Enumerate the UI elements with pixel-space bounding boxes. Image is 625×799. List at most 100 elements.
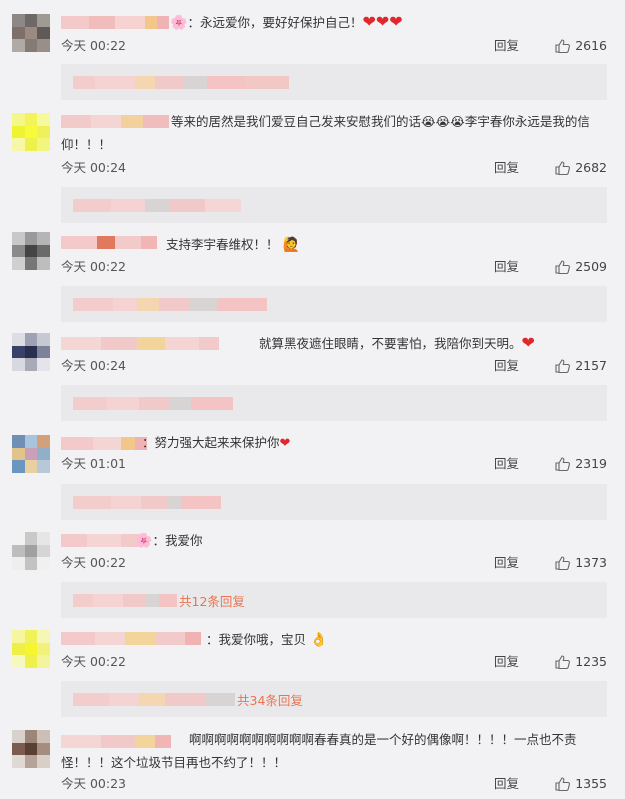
avatar[interactable] [12, 14, 50, 52]
like-count: 2319 [575, 456, 607, 471]
thumbs-up-icon [555, 556, 571, 570]
avatar[interactable] [12, 232, 50, 270]
reply-button[interactable]: 回复 [494, 358, 519, 374]
comment-text: 等来的居然是我们爱豆自己发来安慰我们的话😭😭😭李宇春你永远是我的信仰！！！ [61, 110, 607, 156]
nickname-redacted[interactable] [61, 235, 157, 249]
like-count: 2616 [575, 38, 607, 53]
timestamp: 今天 00:22 [61, 555, 126, 570]
thumbs-up-icon [555, 457, 571, 471]
avatar[interactable] [12, 730, 50, 768]
flower-icon: 🌸 [135, 533, 153, 549]
flower-icon: 🌸 [170, 15, 188, 31]
reply-preview-box[interactable]: 共12条回复 [61, 582, 607, 618]
more-replies-link[interactable]: 共12条回复 [179, 591, 245, 610]
like-count: 1373 [575, 555, 607, 570]
nickname-redacted[interactable] [61, 631, 201, 645]
like-button[interactable]: 1235 [555, 654, 607, 670]
redacted-reply [73, 692, 235, 706]
redacted-reply [73, 75, 289, 89]
comment-meta: 今天 00:22 回复 2616 [61, 38, 607, 54]
comment-body: 啊啊啊啊啊啊啊啊啊啊春春真的是一个好的偶像啊！！！！一点也不责怪！！！这个垃圾节… [61, 732, 577, 770]
heart-icon: ❤ [521, 333, 535, 352]
reply-preview-box[interactable] [61, 64, 607, 100]
raising-hand-icon: 🙋 [282, 237, 300, 253]
like-button[interactable]: 2616 [555, 38, 607, 54]
thumbs-up-icon [555, 161, 571, 175]
reply-preview-box[interactable] [61, 484, 607, 520]
comment-meta: 今天 00:22 回复 1235 [61, 654, 607, 670]
avatar[interactable] [12, 532, 50, 570]
comment-meta: 今天 00:22 回复 2509 [61, 259, 607, 275]
reply-preview-box[interactable] [61, 187, 607, 223]
nickname-redacted[interactable] [61, 533, 143, 547]
redacted-reply [73, 297, 267, 311]
redacted-reply [73, 396, 233, 410]
nickname-redacted[interactable] [61, 15, 169, 29]
more-replies-link[interactable]: 共34条回复 [237, 690, 303, 709]
reply-preview-box[interactable]: 共34条回复 [61, 681, 607, 717]
like-button[interactable]: 2157 [555, 358, 607, 374]
comment-meta: 今天 00:22 回复 1373 [61, 555, 607, 571]
comment-body: ：努力强大起来来保护你 [142, 435, 280, 450]
avatar[interactable] [12, 333, 50, 371]
comment-meta: 今天 00:24 回复 2157 [61, 358, 607, 374]
reply-button[interactable]: 回复 [494, 38, 519, 54]
comment-meta: 今天 01:01 回复 2319 [61, 456, 607, 472]
comment-text: 🌸：我爱你 [135, 529, 607, 553]
comment-body: 等来的居然是我们爱豆自己发来安慰我们的话😭😭😭李宇春你永远是我的信仰！！！ [61, 114, 590, 152]
avatar[interactable] [12, 113, 50, 151]
like-button[interactable]: 1355 [555, 776, 607, 792]
thumbs-up-icon [555, 260, 571, 274]
redacted-reply [73, 593, 177, 607]
comment-text: 支持李宇春维权！！ 🙋 [166, 233, 607, 257]
comment-text: ：我爱你哦，宝贝 👌 [206, 628, 607, 652]
timestamp: 今天 00:24 [61, 358, 126, 373]
like-count: 2509 [575, 259, 607, 274]
timestamp: 今天 00:22 [61, 654, 126, 669]
timestamp: 今天 00:22 [61, 259, 126, 274]
timestamp: 今天 00:23 [61, 776, 126, 791]
comment-meta: 今天 00:24 回复 2682 [61, 160, 607, 176]
heart-icon: ❤ [279, 436, 291, 451]
reply-button[interactable]: 回复 [494, 555, 519, 571]
timestamp: 今天 00:22 [61, 38, 126, 53]
like-button[interactable]: 1373 [555, 555, 607, 571]
thumbs-up-icon [555, 655, 571, 669]
reply-button[interactable]: 回复 [494, 456, 519, 472]
reply-button[interactable]: 回复 [494, 654, 519, 670]
comment-text: 啊啊啊啊啊啊啊啊啊啊春春真的是一个好的偶像啊！！！！一点也不责怪！！！这个垃圾节… [61, 728, 607, 774]
avatar[interactable] [12, 630, 50, 668]
redacted-reply [73, 495, 221, 509]
thumbs-up-icon [555, 39, 571, 53]
reply-button[interactable]: 回复 [494, 259, 519, 275]
like-button[interactable]: 2319 [555, 456, 607, 472]
ok-hand-icon: 👌 [310, 632, 328, 648]
heart-icon: ❤❤❤ [362, 12, 403, 31]
like-count: 2682 [575, 160, 607, 175]
nickname-redacted[interactable] [61, 436, 147, 450]
reply-preview-box[interactable] [61, 385, 607, 421]
avatar[interactable] [12, 435, 50, 473]
reply-button[interactable]: 回复 [494, 160, 519, 176]
like-count: 1355 [575, 776, 607, 791]
comment-body: 支持李宇春维权！！ [166, 237, 279, 252]
comment-text: ：努力强大起来来保护你❤ [142, 431, 607, 455]
thumbs-up-icon [555, 359, 571, 373]
comment-body: ：永远爱你，要好好保护自己！ [187, 15, 363, 30]
like-count: 2157 [575, 358, 607, 373]
comment-text: 就算黑夜遮住眼睛，不要害怕，我陪你到天明。❤ [259, 331, 607, 355]
like-button[interactable]: 2682 [555, 160, 607, 176]
comment-meta: 今天 00:23 回复 1355 [61, 776, 607, 792]
thumbs-up-icon [555, 777, 571, 791]
comment-text: 🌸：永远爱你，要好好保护自己！❤❤❤ [170, 10, 607, 35]
reply-preview-box[interactable] [61, 286, 607, 322]
like-count: 1235 [575, 654, 607, 669]
comment-body: 就算黑夜遮住眼睛，不要害怕，我陪你到天明。 [259, 336, 522, 351]
reply-button[interactable]: 回复 [494, 776, 519, 792]
comment-body: ：我爱你 [152, 533, 203, 548]
nickname-redacted[interactable] [61, 336, 219, 350]
timestamp: 今天 01:01 [61, 456, 126, 471]
like-button[interactable]: 2509 [555, 259, 607, 275]
comment-body: ：我爱你哦，宝贝 [206, 632, 307, 647]
redacted-reply [73, 198, 241, 212]
